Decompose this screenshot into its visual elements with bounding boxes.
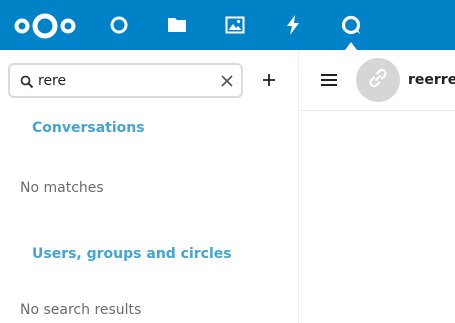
- app-activity[interactable]: [264, 0, 322, 50]
- app-files[interactable]: [148, 0, 206, 50]
- search-box: [8, 63, 243, 98]
- conversation-avatar: [356, 58, 400, 102]
- link-icon: [367, 67, 389, 93]
- image-icon: [225, 16, 245, 34]
- conversation-header: reerre: [300, 50, 455, 111]
- menu-icon[interactable]: [320, 72, 338, 88]
- left-sidebar: Conversations No matches Users, groups a…: [0, 50, 299, 323]
- lightning-icon: [286, 15, 300, 35]
- top-navigation-bar: [0, 0, 455, 50]
- talk-icon: [340, 14, 362, 36]
- app-photos[interactable]: [206, 0, 264, 50]
- section-title-users: Users, groups and circles: [32, 246, 232, 262]
- folder-icon: [167, 16, 187, 34]
- plus-icon: [262, 72, 276, 91]
- active-app-indicator: [345, 42, 357, 50]
- conversations-empty-message: No matches: [20, 180, 104, 196]
- conversation-name: reerre: [408, 72, 455, 88]
- app-dashboard[interactable]: [90, 0, 148, 50]
- circle-icon: [109, 15, 129, 35]
- new-conversation-button[interactable]: [256, 68, 282, 94]
- search-icon: [20, 74, 34, 89]
- nextcloud-logo[interactable]: [14, 13, 76, 39]
- clear-search-icon[interactable]: [219, 73, 235, 89]
- users-empty-message: No search results: [20, 302, 142, 318]
- search-input[interactable]: [38, 71, 218, 91]
- section-title-conversations: Conversations: [32, 120, 145, 136]
